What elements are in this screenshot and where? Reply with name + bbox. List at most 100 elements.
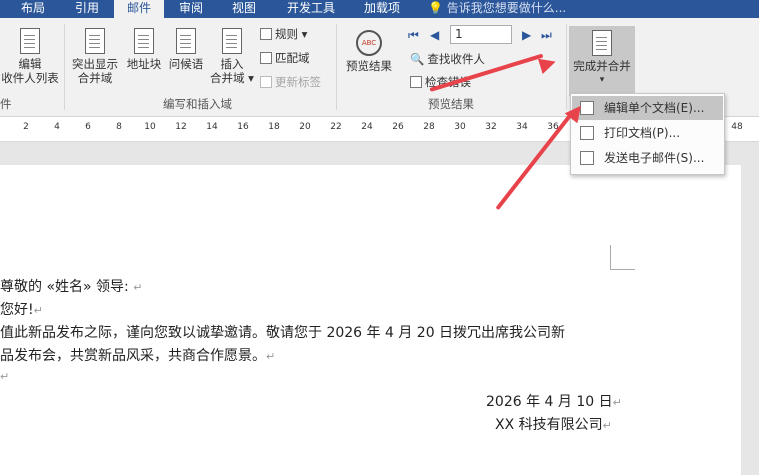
group-write-insert-label: 编写和插入域 [163, 97, 232, 111]
ruler-tick: 14 [206, 122, 218, 132]
menu-item-print-documents[interactable]: 打印文档(P)... [572, 121, 723, 145]
doc-line-date: 2026 年 4 月 10 日↵ [486, 391, 622, 411]
finish-merge-icon [592, 30, 612, 56]
tab-layout[interactable]: 布局 [8, 0, 58, 18]
match-fields-button[interactable]: 匹配域 [260, 50, 310, 66]
ruler-tick: 30 [454, 122, 466, 132]
menu-item-edit-individual[interactable]: 编辑单个文档(E)... [572, 96, 723, 120]
paragraph-mark-icon: ↵ [266, 350, 276, 363]
find-recipient-button[interactable]: 🔍 查找收件人 [410, 51, 485, 67]
printer-icon [580, 126, 594, 140]
highlight-label2: 合并域 [77, 71, 113, 85]
greeting-line-icon [176, 28, 196, 54]
ruler-tick: 32 [485, 122, 497, 132]
finish-merge-button[interactable]: 完成并合并 ▾ [569, 26, 635, 96]
email-icon [580, 151, 594, 165]
paragraph-mark-icon: ↵ [612, 396, 622, 409]
rules-button[interactable]: 规则 ▾ [260, 26, 307, 42]
doc-line-empty: ↵ [0, 368, 9, 384]
rules-icon [260, 28, 272, 40]
insert-field-label2: 合并域 ▾ [210, 71, 254, 85]
update-labels-label: 更新标签 [275, 75, 321, 89]
abc-magnifier-icon: ABC [356, 30, 382, 56]
ruler-tick: 34 [516, 122, 528, 132]
tab-addins[interactable]: 加载项 [350, 0, 414, 18]
group-preview-label: 预览结果 [428, 97, 474, 111]
body-text-1: 值此新品发布之际，谨向您致以诚挚邀请。敬请您于 2026 年 4 月 20 日拨… [0, 325, 566, 341]
address-block-button[interactable]: 地址块 [124, 28, 164, 71]
tab-references[interactable]: 引用 [62, 0, 112, 18]
ruler-tick: 2 [23, 122, 29, 132]
find-recipient-label: 查找收件人 [427, 52, 485, 66]
highlight-merge-fields-button[interactable]: 突出显示 合并域 [68, 28, 122, 85]
rules-label: 规则 ▾ [275, 27, 308, 41]
highlight-fields-icon [85, 28, 105, 54]
tab-developer[interactable]: 开发工具 [276, 0, 346, 18]
ruler-tick: 20 [299, 122, 311, 132]
address-block-icon [134, 28, 154, 54]
doc-line-body2: 品发布会，共赏新品风采，共商合作愿景。↵ [0, 345, 275, 365]
group-separator [566, 24, 567, 110]
greeting-line-button[interactable]: 问候语 [166, 28, 206, 71]
tell-me-search[interactable]: 💡 告诉我您想要做什么... [428, 0, 566, 18]
paragraph-mark-icon: ↵ [33, 304, 43, 317]
date-text: 2026 年 4 月 10 日 [486, 394, 613, 410]
ruler-tick: 18 [268, 122, 280, 132]
page-margin-corner [610, 245, 635, 270]
update-labels-icon [260, 76, 272, 88]
finish-merge-dropdown: 编辑单个文档(E)... 打印文档(P)... 发送电子邮件(S)... [570, 93, 725, 175]
chevron-down-icon: ▾ [599, 75, 605, 85]
check-errors-icon [410, 76, 422, 88]
next-record-icon[interactable]: ▶ [522, 28, 536, 42]
paragraph-mark-icon: ↵ [133, 281, 143, 294]
paragraph-mark-icon: ↵ [602, 419, 612, 432]
ruler-tick: 4 [54, 122, 60, 132]
edit-recipient-list-button[interactable]: 编辑 收件人列表 [0, 28, 60, 85]
preview-results-label: 预览结果 [346, 59, 392, 73]
tell-me-text: 告诉我您想要做什么... [446, 1, 567, 15]
group-separator [336, 24, 337, 110]
body-text-2: 品发布会，共赏新品风采，共商合作愿景。 [0, 348, 266, 364]
doc-line-hello: 您好!↵ [0, 299, 43, 319]
paragraph-mark-icon: ↵ [0, 370, 10, 383]
ruler-tick: 22 [330, 122, 342, 132]
edit-recipients-label1: 编辑 [18, 57, 42, 71]
insert-field-label1: 插入 [220, 57, 244, 71]
ruler-tick: 8 [116, 122, 122, 132]
record-number-input[interactable]: 1 [450, 25, 512, 44]
menu-item-label: 编辑单个文档(E)... [604, 101, 705, 115]
ruler-tick: 16 [237, 122, 249, 132]
insert-field-icon [222, 28, 242, 54]
previous-record-icon[interactable]: ◀ [430, 28, 444, 42]
preview-results-button[interactable]: ABC 预览结果 [340, 30, 398, 73]
ruler-tick: 10 [144, 122, 156, 132]
address-block-label: 地址块 [126, 57, 162, 71]
update-labels-button[interactable]: 更新标签 [260, 74, 321, 90]
greeting-text: 尊敬的 «姓名» 领导: [0, 279, 129, 295]
finish-merge-label: 完成并合并 [573, 59, 631, 73]
ruler-tick: 12 [175, 122, 187, 132]
lightbulb-icon: 💡 [428, 1, 443, 15]
greeting-line-label: 问候语 [168, 57, 204, 71]
first-record-icon[interactable]: ⏮ [408, 28, 422, 42]
doc-line-company: XX 科技有限公司↵ [495, 414, 612, 434]
edit-recipients-label2: 收件人列表 [1, 71, 59, 85]
menu-item-label: 打印文档(P)... [604, 126, 681, 140]
hello-text: 您好! [0, 302, 34, 318]
doc-line-body1: 值此新品发布之际，谨向您致以诚挚邀请。敬请您于 2026 年 4 月 20 日拨… [0, 322, 565, 342]
doc-line-greeting: 尊敬的 «姓名» 领导: ↵ [0, 276, 142, 296]
edit-list-icon [20, 28, 40, 54]
insert-merge-field-button[interactable]: 插入 合并域 ▾ [208, 28, 256, 85]
last-record-icon[interactable]: ⏭ [541, 28, 555, 42]
match-fields-icon [260, 52, 272, 64]
menu-item-label: 发送电子邮件(S)... [604, 151, 705, 165]
group-start-label: 件 [0, 97, 12, 111]
menu-item-send-email[interactable]: 发送电子邮件(S)... [572, 146, 723, 170]
ruler-tick: 28 [423, 122, 435, 132]
ribbon-tab-bar: 布局 引用 邮件 审阅 视图 开发工具 加载项 💡 告诉我您想要做什么... [0, 0, 759, 18]
document-page[interactable]: 尊敬的 «姓名» 领导: ↵ 您好!↵ 值此新品发布之际，谨向您致以诚挚邀请。敬… [0, 165, 741, 475]
tab-review[interactable]: 审阅 [166, 0, 216, 18]
highlight-label1: 突出显示 [72, 57, 118, 71]
tab-view[interactable]: 视图 [220, 0, 268, 18]
tab-mailings[interactable]: 邮件 [114, 0, 164, 18]
